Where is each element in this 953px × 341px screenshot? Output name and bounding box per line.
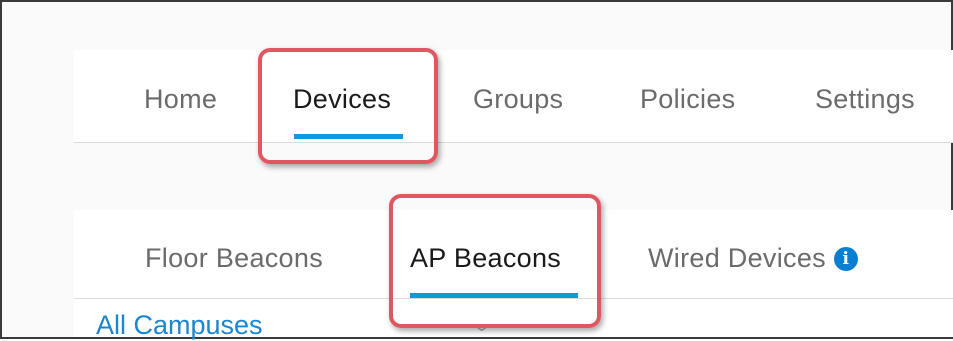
info-icon[interactable]: i xyxy=(833,247,858,271)
subtab-wired-devices-label: Wired Devices xyxy=(648,243,826,273)
subtab-floor-beacons[interactable]: Floor Beacons xyxy=(145,243,323,274)
subtab-wired-devices[interactable]: Wired Devices i xyxy=(648,243,858,274)
tab-devices-active-indicator xyxy=(294,134,403,139)
sub-nav-divider xyxy=(74,298,953,299)
campus-selector[interactable]: All Campuses xyxy=(96,310,263,341)
tab-home[interactable]: Home xyxy=(144,84,217,115)
subtab-ap-beacons[interactable]: AP Beacons xyxy=(410,243,561,274)
chevron-down-icon[interactable]: ⌄ xyxy=(472,316,491,336)
tab-devices[interactable]: Devices xyxy=(293,84,391,115)
tab-groups[interactable]: Groups xyxy=(473,84,563,115)
tab-policies[interactable]: Policies xyxy=(640,84,735,115)
tab-settings[interactable]: Settings xyxy=(815,84,915,115)
